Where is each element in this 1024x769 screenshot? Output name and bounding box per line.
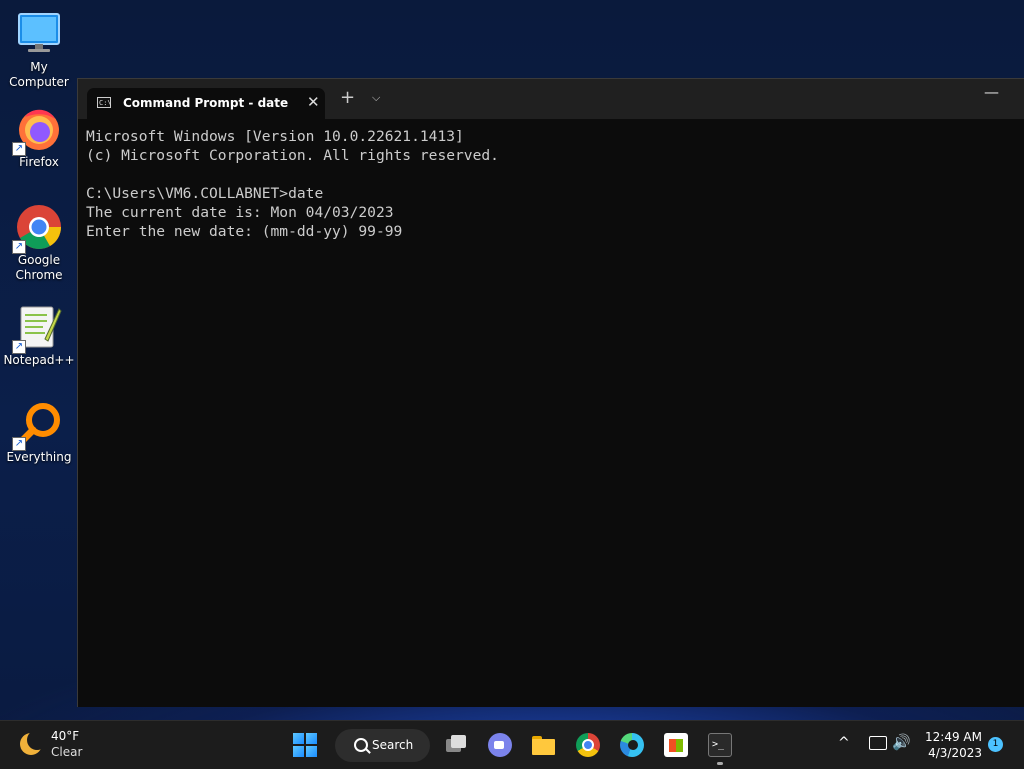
taskbar: 40°F Clear Search >_ ^ 🔊 12:49 AM 4/3/20…	[0, 720, 1024, 769]
desktop-icon-google-chrome[interactable]: ↗ Google Chrome	[0, 203, 78, 283]
title-bar[interactable]: C:\ Command Prompt - date ✕ + ⌵ —	[78, 79, 1024, 119]
chrome-icon: ↗	[12, 203, 63, 254]
command-prompt-icon: C:\	[97, 97, 112, 108]
clock[interactable]: 12:49 AM 4/3/2023	[920, 729, 982, 761]
minimize-button[interactable]: —	[984, 83, 999, 101]
desktop-icon-label: Everything	[6, 450, 72, 464]
shortcut-arrow-icon: ↗	[12, 142, 26, 156]
search-label: Search	[372, 738, 414, 752]
search-icon	[354, 738, 368, 752]
desktop-icon-everything[interactable]: ↗ Everything	[0, 400, 78, 465]
console-line: The current date is: Mon 04/03/2023	[86, 204, 394, 221]
shortcut-arrow-icon: ↗	[12, 437, 26, 451]
network-icon[interactable]	[869, 736, 887, 750]
tab-command-prompt[interactable]: C:\ Command Prompt - date ✕	[87, 88, 325, 119]
microsoft-store-icon[interactable]	[664, 733, 688, 757]
task-view-icon[interactable]	[444, 733, 468, 757]
volume-icon[interactable]: 🔊	[892, 733, 911, 751]
teams-chat-icon[interactable]	[488, 733, 512, 757]
weather-condition: Clear	[51, 745, 83, 759]
console-line: C:\Users\VM6.COLLABNET>date	[86, 185, 324, 202]
desktop-icon-my-computer[interactable]: My Computer	[0, 10, 78, 90]
clock-date: 4/3/2023	[928, 746, 982, 760]
notification-badge[interactable]: 1	[988, 737, 1003, 752]
new-tab-button[interactable]: +	[340, 89, 355, 107]
show-hidden-icons-chevron-icon[interactable]: ^	[838, 735, 850, 751]
console-line: (c) Microsoft Corporation. All rights re…	[86, 147, 499, 164]
tab-dropdown-button[interactable]: ⌵	[372, 91, 380, 105]
edge-taskbar-icon[interactable]	[620, 733, 644, 757]
active-app-indicator	[717, 762, 723, 765]
tab-title: Command Prompt - date	[123, 96, 289, 110]
notepadpp-icon: ↗	[12, 303, 63, 354]
monitor-icon	[15, 10, 63, 58]
weather-widget[interactable]: 40°F Clear	[20, 729, 110, 763]
moon-icon	[20, 730, 47, 755]
desktop-icon-label: Notepad++	[3, 353, 75, 367]
terminal-window[interactable]: C:\ Command Prompt - date ✕ + ⌵ — Micros…	[77, 78, 1024, 707]
console-line: Enter the new date: (mm-dd-yy) 99-99	[86, 223, 403, 240]
start-button[interactable]	[293, 733, 317, 757]
search-button[interactable]: Search	[335, 729, 430, 762]
desktop-icon-firefox[interactable]: ↗ Firefox	[0, 105, 78, 170]
shortcut-arrow-icon: ↗	[12, 340, 26, 354]
weather-temperature: 40°F	[51, 729, 80, 743]
desktop-icon-label: My Computer	[9, 60, 69, 89]
console-line: Microsoft Windows [Version 10.0.22621.14…	[86, 128, 464, 145]
everything-icon: ↗	[12, 400, 63, 451]
close-tab-button[interactable]: ✕	[307, 93, 320, 111]
file-explorer-icon[interactable]	[531, 733, 555, 757]
windows-logo-icon	[293, 733, 304, 744]
console-output[interactable]: Microsoft Windows [Version 10.0.22621.14…	[86, 127, 1017, 699]
firefox-icon: ↗	[12, 105, 63, 156]
shortcut-arrow-icon: ↗	[12, 240, 26, 254]
terminal-taskbar-icon[interactable]: >_	[708, 733, 732, 757]
desktop-icon-notepadpp[interactable]: ↗ Notepad++	[0, 303, 78, 368]
chrome-taskbar-icon[interactable]	[576, 733, 600, 757]
clock-time: 12:49 AM	[925, 730, 982, 744]
desktop-icon-label: Firefox	[19, 155, 59, 169]
desktop-icon-label: Google Chrome	[15, 253, 63, 282]
